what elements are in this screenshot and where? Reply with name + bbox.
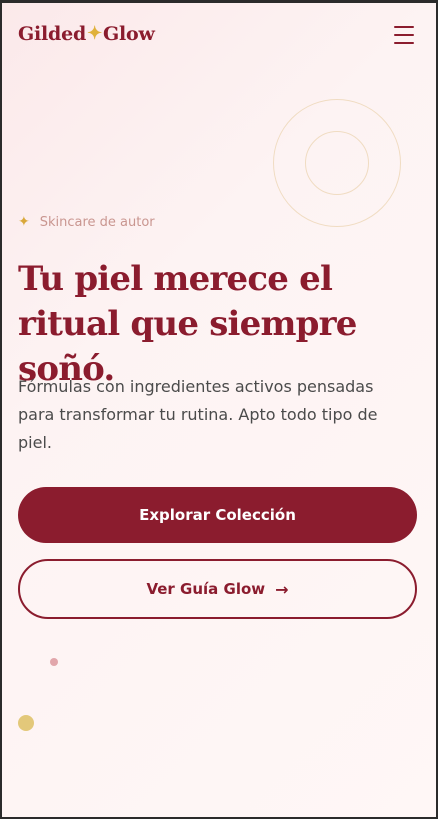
explore-collection-button[interactable]: Explorar Colección [18,487,417,543]
brand-logo[interactable]: Gilded ✦ Glow [18,23,155,45]
glow-guide-label: Ver Guía Glow [146,580,266,598]
hero-headline: Tu piel merece el ritual que siempre soñ… [18,259,357,389]
glow-guide-button[interactable]: Ver Guía Glow → [18,559,417,619]
brand-name-part1: Gilded [18,23,87,45]
menu-line [394,42,414,44]
hamburger-menu-icon[interactable] [394,26,414,44]
arrow-right-icon: → [275,579,289,599]
decorative-dot-pink [50,658,58,666]
eyebrow-text: Skincare de autor [39,214,155,230]
decorative-ring-inner [305,131,369,195]
brand-name-part2: Glow [103,23,155,45]
mobile-viewport: Gilded ✦ Glow ✦ Skincare de autor Tu pie… [0,0,438,819]
explore-collection-label: Explorar Colección [139,506,296,524]
star-icon: ✦ [87,23,103,44]
decorative-dot-gold [18,715,34,731]
sparkle-icon: ✦ [18,214,30,230]
menu-line [394,34,414,36]
menu-line [394,26,414,28]
hero-description: Fórmulas con ingredientes activos pensad… [18,377,378,452]
hero-eyebrow: ✦ Skincare de autor [18,214,155,230]
